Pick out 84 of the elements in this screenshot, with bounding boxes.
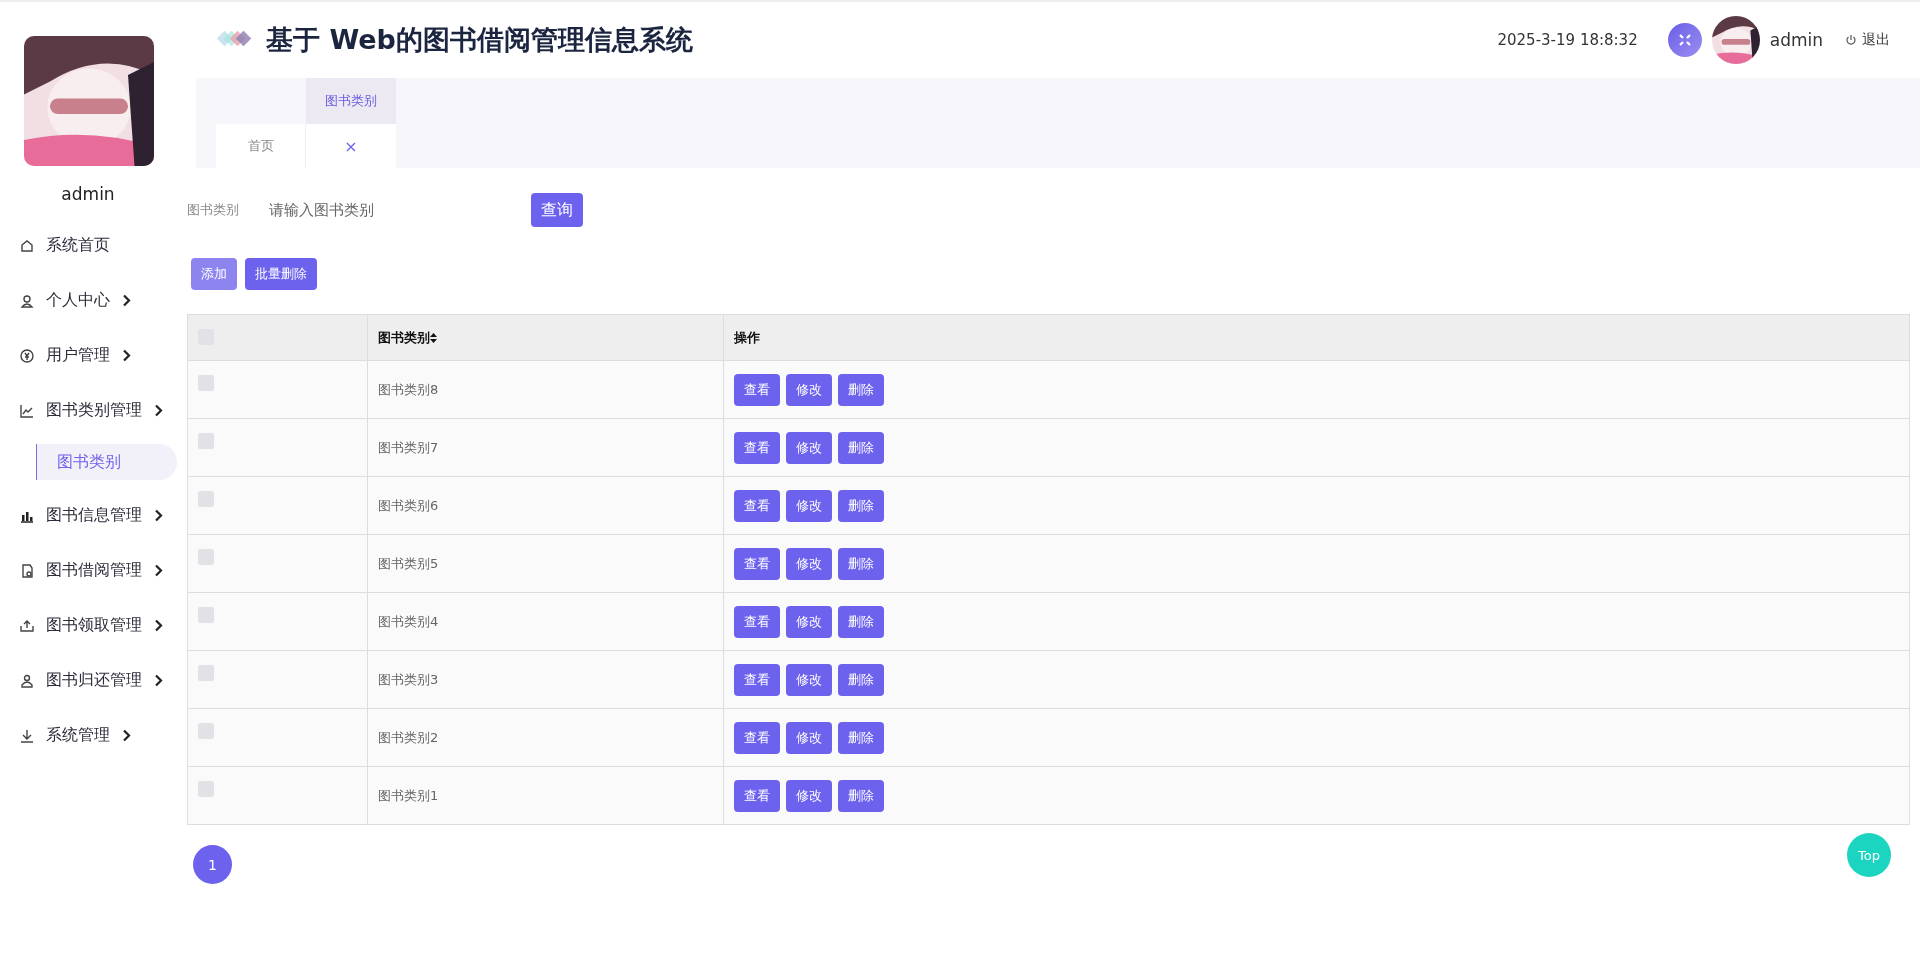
- chevron-right-icon: [154, 564, 163, 577]
- chevron-right-icon: [154, 619, 163, 632]
- row-checkbox[interactable]: [198, 723, 214, 739]
- sidebar-menu-item[interactable]: 用户管理: [0, 328, 176, 383]
- sidebar-menu-item[interactable]: 个人中心: [0, 273, 176, 328]
- row-checkbox[interactable]: [198, 549, 214, 565]
- table-cell: 图书类别2: [378, 728, 439, 747]
- row-checkbox[interactable]: [198, 607, 214, 623]
- row-action-button[interactable]: 查看: [734, 547, 780, 580]
- row-action-button[interactable]: 查看: [734, 431, 780, 464]
- row-action-button[interactable]: 查看: [734, 721, 780, 754]
- row-action-button[interactable]: 修改: [786, 431, 832, 464]
- row-action-button[interactable]: 删除: [838, 605, 884, 638]
- date-time: 2025-3-19 18:8:32: [1497, 31, 1638, 49]
- app-title: 基于 Web的图书借阅管理信息系统: [266, 23, 693, 57]
- tab[interactable]: 首页: [216, 124, 306, 168]
- chevron-right-icon: [154, 509, 163, 522]
- row-action-button[interactable]: 删除: [838, 373, 884, 406]
- chevron-right-icon: [154, 404, 163, 417]
- home-icon: [20, 238, 34, 253]
- table-cell: 图书类别6: [378, 496, 439, 515]
- chevron-right-icon: [122, 729, 131, 742]
- power-icon: [1845, 34, 1857, 46]
- chevron-right-icon: [154, 674, 163, 687]
- row-action-button[interactable]: 删除: [838, 489, 884, 522]
- header-user-name: admin: [1769, 30, 1823, 50]
- row-action-button[interactable]: 删除: [838, 663, 884, 696]
- row-action-button[interactable]: 删除: [838, 779, 884, 812]
- row-action-button[interactable]: 修改: [786, 373, 832, 406]
- sidebar-menu-item[interactable]: 图书归还管理: [0, 653, 176, 708]
- logout-button[interactable]: 退出: [1839, 30, 1896, 50]
- row-action-button[interactable]: 查看: [734, 663, 780, 696]
- row-checkbox[interactable]: [198, 491, 214, 507]
- person-icon: [20, 293, 34, 308]
- row-checkbox[interactable]: [198, 781, 214, 797]
- row-action-button[interactable]: 查看: [734, 605, 780, 638]
- sidebar-menu-item[interactable]: 系统管理: [0, 708, 176, 763]
- search-button[interactable]: 查询: [531, 193, 583, 227]
- row-checkbox[interactable]: [198, 375, 214, 391]
- fullscreen-button[interactable]: [1667, 23, 1702, 57]
- expand-icon: [1677, 33, 1692, 47]
- action-button[interactable]: 批量删除: [245, 258, 317, 290]
- row-action-button[interactable]: 删除: [838, 721, 884, 754]
- sidebar-menu-item[interactable]: 图书借阅管理: [0, 543, 176, 598]
- table-cell: 图书类别8: [378, 380, 439, 399]
- table-cell: 图书类别5: [378, 554, 439, 573]
- search-label: 图书类别: [187, 201, 240, 219]
- row-action-button[interactable]: 修改: [786, 605, 832, 638]
- table-cell: 图书类别7: [378, 438, 439, 457]
- row-action-button[interactable]: 删除: [838, 547, 884, 580]
- chevron-right-icon: [122, 294, 131, 307]
- row-action-button[interactable]: 查看: [734, 489, 780, 522]
- row-action-button[interactable]: 查看: [734, 373, 780, 406]
- row-action-button[interactable]: 修改: [786, 779, 832, 812]
- line-chart-icon: [20, 403, 34, 418]
- close-tab-button[interactable]: ×: [306, 124, 396, 168]
- row-action-button[interactable]: 修改: [786, 663, 832, 696]
- sidebar-submenu-item[interactable]: 图书类别: [36, 444, 177, 480]
- row-checkbox[interactable]: [198, 665, 214, 681]
- row-action-button[interactable]: 删除: [838, 431, 884, 464]
- row-action-button[interactable]: 修改: [786, 721, 832, 754]
- table-cell: 图书类别4: [378, 612, 439, 631]
- person-icon: [20, 673, 34, 688]
- document-icon: [20, 563, 34, 578]
- sidebar-menu-item[interactable]: 图书类别管理: [0, 383, 176, 438]
- table-cell: 图书类别3: [378, 670, 439, 689]
- row-checkbox[interactable]: [198, 433, 214, 449]
- page-button[interactable]: 1: [193, 845, 232, 884]
- row-action-button[interactable]: 修改: [786, 547, 832, 580]
- row-action-button[interactable]: 查看: [734, 779, 780, 812]
- sidebar-menu-item[interactable]: 图书领取管理: [0, 598, 176, 653]
- chevron-right-icon: [122, 349, 131, 362]
- table-cell: 图书类别1: [378, 786, 439, 805]
- tab[interactable]: 图书类别: [306, 78, 396, 124]
- sidebar-menu-item[interactable]: 系统首页: [0, 218, 176, 273]
- yen-circle-icon: [20, 348, 34, 363]
- upload-tray-icon: [20, 618, 34, 633]
- sidebar-menu-item[interactable]: 图书信息管理: [0, 488, 176, 543]
- column-header[interactable]: 图书类别: [378, 328, 437, 347]
- row-action-button[interactable]: 修改: [786, 489, 832, 522]
- column-header: 操作: [734, 328, 760, 347]
- action-button[interactable]: 添加: [191, 258, 237, 290]
- user-name: admin: [60, 184, 116, 204]
- download-icon: [20, 728, 34, 743]
